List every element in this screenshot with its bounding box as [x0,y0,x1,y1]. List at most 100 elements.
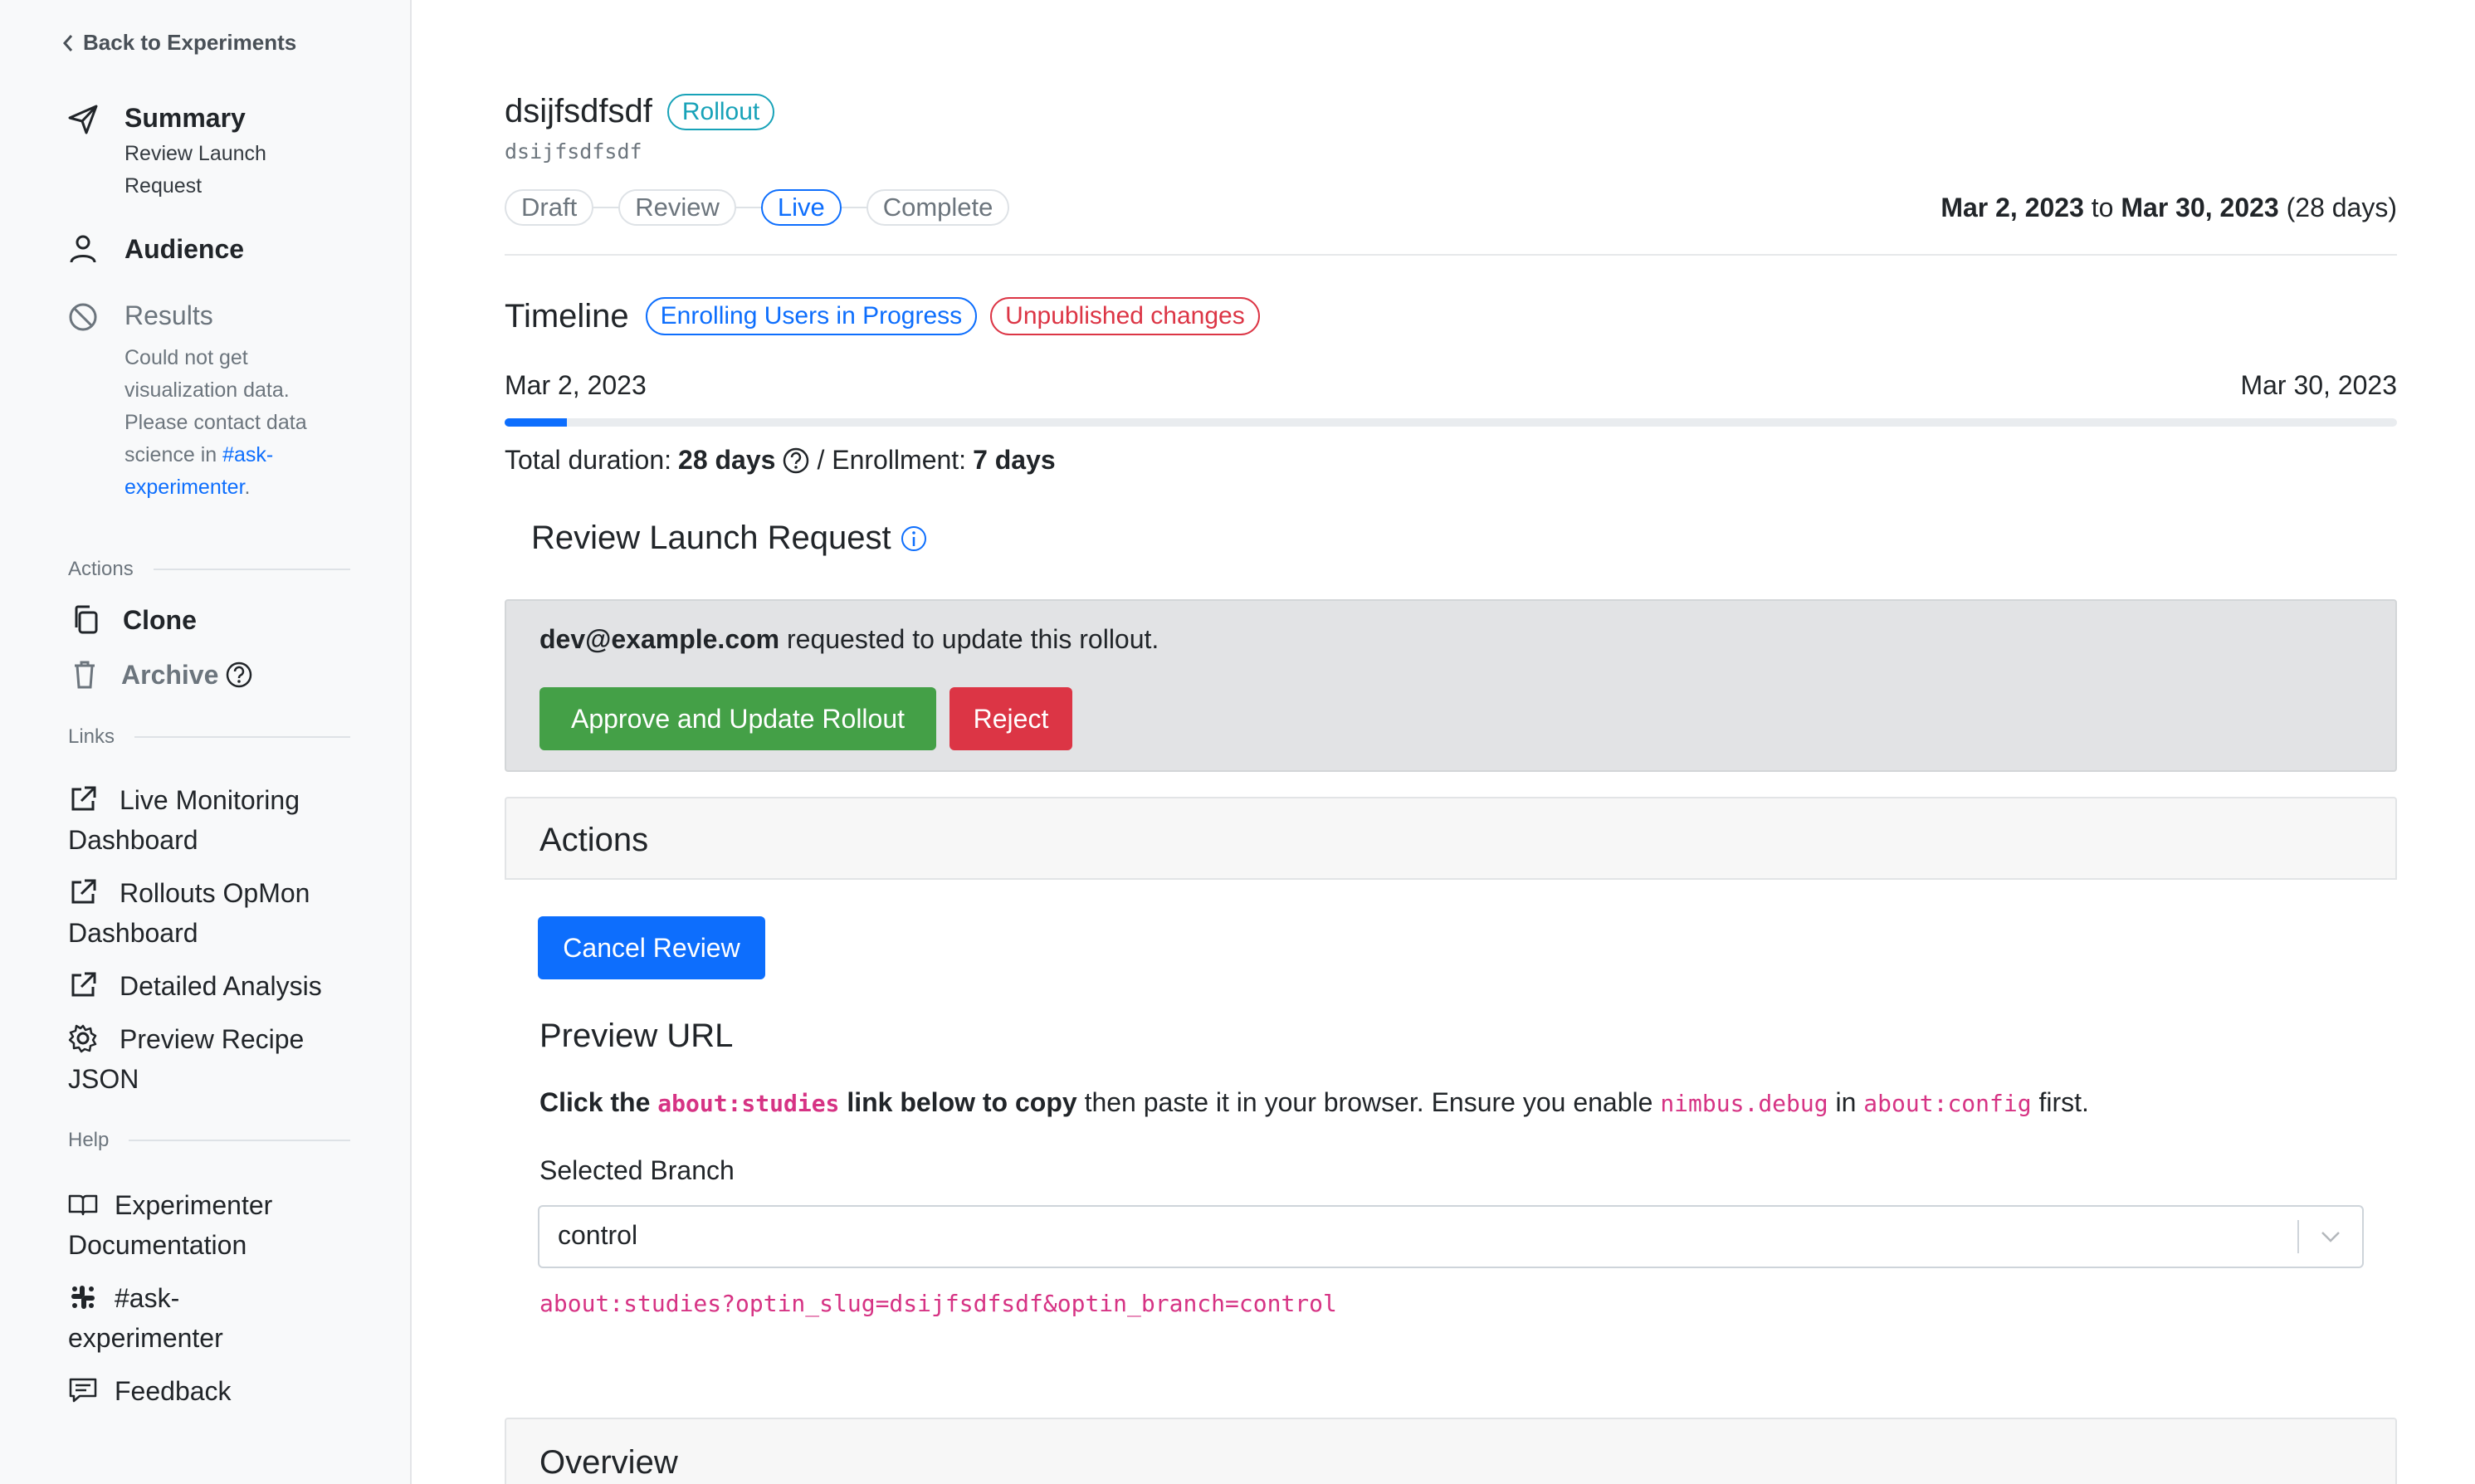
timeline-start-date: Mar 2, 2023 [505,370,647,400]
overview-card-header: Overview [505,1418,2397,1484]
ask-experimenter-link-2[interactable]: experimenter [124,476,245,499]
external-link-icon [68,970,98,1000]
actions-card-header: Actions [505,797,2397,880]
detailed-analysis-label: Detailed Analysis [120,971,322,1001]
results-msg-1: Could not get [124,346,248,369]
timeline-duration: Total duration: 28 days / Enrollment: 7 … [505,445,1056,476]
rollouts-opmon-dashboard-link[interactable]: Rollouts OpMon Dashboard [68,873,383,953]
experimenter-documentation-link[interactable]: Experimenter Documentation [68,1185,383,1265]
divider [129,1140,350,1141]
cancel-review-button[interactable]: Cancel Review [538,916,765,979]
request-message: requested to update this rollout. [787,624,1159,654]
archive-button[interactable]: Archive [71,659,253,691]
links-heading: Links [68,725,350,749]
results-msg-5: experimenter. [124,471,250,504]
chevron-left-icon [62,34,73,51]
enrollment-value: 7 days [973,445,1056,475]
results-msg-2: visualization data. [124,378,290,402]
status-connector [841,207,866,208]
experiment-name: dsijfsdfsdf [505,93,652,129]
reject-button[interactable]: Reject [949,687,1072,750]
live-monitoring-label-2: Dashboard [68,825,198,855]
clone-button[interactable]: Clone [71,604,197,636]
archive-label: Archive [121,659,219,690]
preview-url-link[interactable]: about:studies?optin_slug=dsijfsdfsdf&opt… [539,1290,1337,1317]
back-to-experiments-link[interactable]: Back to Experiments [61,30,296,56]
clone-label: Clone [123,604,197,635]
preview-desc-bold-1: Click the [539,1087,651,1117]
experiment-date-range: Mar 2, 2023 to Mar 30, 2023 (28 days) [1940,193,2397,223]
results-period: . [244,476,251,499]
experiment-slug: dsijfsdfsdf [505,139,642,164]
slack-label-2: experimenter [68,1323,223,1353]
start-date: Mar 2, 2023 [1940,193,2084,222]
rollout-badge: Rollout [666,93,775,130]
status-connector [593,207,619,208]
about-config-code: about:config [1863,1090,2032,1117]
rollouts-opmon-label-2: Dashboard [68,918,198,948]
nav-results: Results [124,300,213,330]
person-icon [66,232,100,266]
timeline-title: Timeline [505,297,629,334]
preview-desc-bold-2: link below to copy [847,1087,1077,1117]
chevron-down-icon[interactable] [2317,1223,2344,1250]
back-label: Back to Experiments [83,30,297,55]
nav-audience[interactable]: Audience [124,234,244,265]
timeline-progress-fill [505,418,568,427]
actions-heading-label: Actions [68,558,134,580]
copy-icon [75,605,98,634]
about-studies-code: about:studies [657,1090,840,1117]
nav-summary-sub-2[interactable]: Request [124,170,202,203]
end-date: Mar 30, 2023 [2121,193,2279,222]
preview-desc-text-3: first. [2038,1087,2089,1117]
results-msg-4: science in #ask- [124,439,273,471]
enrollment-label: / Enrollment: [817,445,967,475]
status-complete: Complete [866,189,1010,226]
duration-days: (28 days) [2286,193,2397,222]
nav-summary-sub-1[interactable]: Review Launch [124,138,266,170]
preview-recipe-json-link[interactable]: Preview Recipe JSON [68,1019,383,1099]
docs-label-1: Experimenter [115,1190,273,1220]
preview-recipe-label-1: Preview Recipe [120,1024,305,1054]
selected-branch-label: Selected Branch [539,1155,735,1185]
divider [153,569,350,570]
gear-icon [68,1023,98,1053]
ask-experimenter-link[interactable]: #ask- [222,443,273,466]
info-icon[interactable] [900,525,928,553]
external-link-icon [68,877,98,907]
help-heading-label: Help [68,1129,110,1151]
enrolling-badge: Enrolling Users in Progress [645,297,978,335]
actions-heading: Actions [68,558,350,581]
timeline-end-date: Mar 30, 2023 [2240,370,2397,400]
divider [134,736,350,738]
preview-desc-text-2: in [1835,1087,1857,1117]
review-launch-request-heading: Review Launch Request [531,520,928,557]
branch-select[interactable] [538,1205,2364,1268]
overview-card-title: Overview [539,1444,678,1481]
detailed-analysis-link[interactable]: Detailed Analysis [68,966,383,1006]
links-heading-label: Links [68,725,115,748]
results-msg-3: Please contact data [124,411,307,434]
live-monitoring-label-1: Live Monitoring [120,785,300,815]
docs-label-2: Documentation [68,1230,247,1260]
feedback-link[interactable]: Feedback [68,1371,383,1411]
question-circle-icon[interactable] [782,447,810,475]
question-circle-icon[interactable] [225,661,253,689]
timeline-header: Timeline Enrolling Users in Progress Unp… [505,297,1260,335]
header-divider [505,254,2397,256]
ask-experimenter-slack-link[interactable]: #ask-experimenter [68,1278,383,1358]
preview-recipe-label-2: JSON [68,1064,139,1094]
approve-update-rollout-button[interactable]: Approve and Update Rollout [539,687,936,750]
status-connector [735,207,761,208]
book-icon [68,1189,98,1219]
external-link-icon [68,784,98,814]
status-review: Review [618,189,736,226]
status-progress: Draft Review Live Complete [505,189,1010,226]
results-msg-4-text: science in [124,443,217,466]
preview-desc-text-1: then paste it in your browser. Ensure yo… [1084,1087,1653,1117]
nav-summary[interactable]: Summary [124,103,246,134]
status-draft: Draft [505,189,594,226]
unpublished-changes-badge: Unpublished changes [990,297,1260,335]
preview-url-heading: Preview URL [539,1018,734,1054]
live-monitoring-dashboard-link[interactable]: Live Monitoring Dashboard [68,780,383,860]
